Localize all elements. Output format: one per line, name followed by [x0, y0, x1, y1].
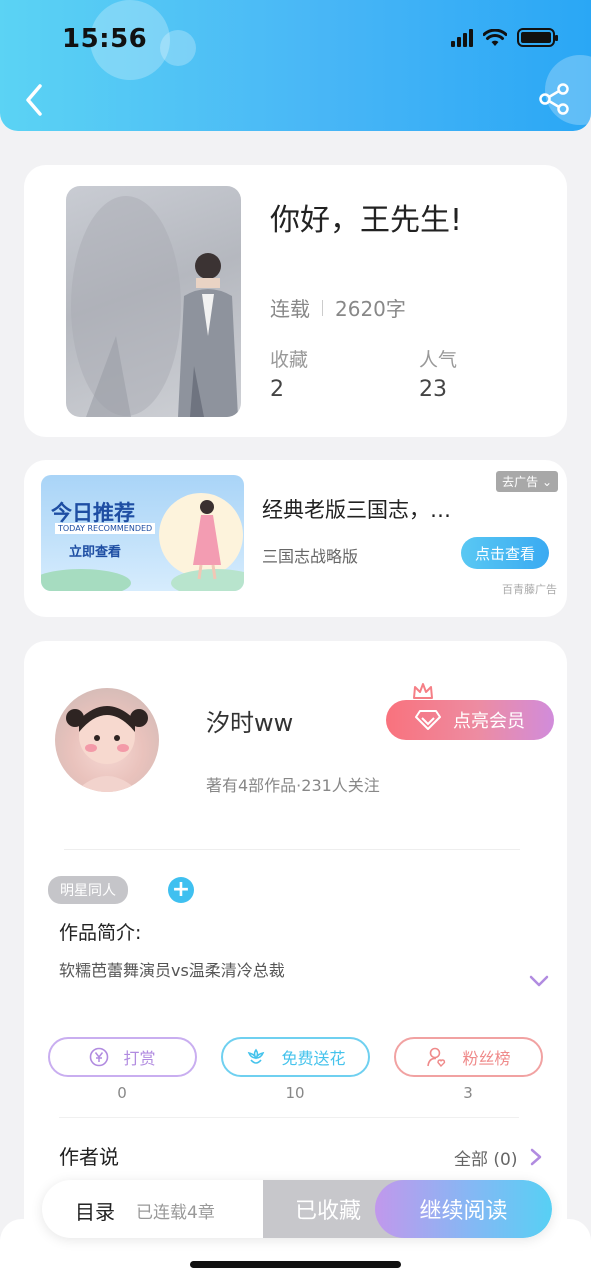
- ad-source: 百青藤广告: [502, 583, 557, 596]
- status-icons: [451, 28, 558, 47]
- add-tag-button[interactable]: +: [168, 877, 194, 903]
- ad-card[interactable]: 今日推荐 TODAY RECOMMENDED 立即查看 经典老版三国志，… 三国…: [24, 460, 567, 617]
- avatar-photo: [66, 706, 148, 792]
- ad-banner-cta: 立即查看: [69, 545, 122, 560]
- flower-icon: [248, 1048, 265, 1064]
- book-serial-info: 连载 2620字: [270, 293, 406, 322]
- chevron-down-icon[interactable]: [528, 974, 550, 988]
- remove-ad-button[interactable]: 去广告 ⌄: [496, 471, 558, 492]
- ad-banner-subtitle: TODAY RECOMMENDED: [55, 523, 156, 534]
- ad-view-button[interactable]: 点击查看: [461, 537, 549, 569]
- share-button[interactable]: [537, 82, 571, 116]
- chevron-right-icon[interactable]: [529, 1147, 543, 1167]
- book-title: 你好，王先生!: [270, 203, 463, 238]
- avatar[interactable]: [55, 688, 159, 792]
- genre-tag[interactable]: 明星同人: [48, 876, 128, 904]
- yen-coin-icon: [90, 1047, 109, 1067]
- ad-description: 三国志战略版: [262, 547, 359, 566]
- author-says-all-link[interactable]: 全部 (0): [454, 1145, 517, 1170]
- wifi-icon: [483, 28, 507, 46]
- fan-ranking-button[interactable]: 粉丝榜: [394, 1037, 543, 1077]
- vip-button-label: 点亮会员: [453, 711, 525, 732]
- continue-reading-button[interactable]: 继续阅读: [375, 1180, 552, 1238]
- flower-count: 10: [285, 1084, 305, 1102]
- author-stats: 著有4部作品·231人关注: [206, 776, 380, 795]
- divider: [322, 299, 323, 316]
- divider: [59, 1117, 519, 1118]
- favorites-value: 2: [270, 377, 284, 402]
- popularity-value: 23: [419, 377, 447, 402]
- status-time: 15:56: [62, 24, 148, 54]
- battery-icon: [517, 28, 558, 47]
- remove-ad-label: 去广告: [502, 475, 539, 489]
- tip-label: 打赏: [123, 1049, 156, 1068]
- book-cover[interactable]: [66, 186, 241, 417]
- word-count: 2620字: [335, 297, 406, 321]
- intro-text: 软糯芭蕾舞演员vs温柔清冷总裁: [59, 961, 285, 980]
- toc-button[interactable]: 目录: [75, 1196, 115, 1225]
- chevron-down-icon: ⌄: [541, 475, 552, 489]
- bottom-action-bar: 目录 已连载4章 已收藏 继续阅读: [42, 1180, 552, 1238]
- fan-count: 3: [463, 1084, 473, 1102]
- tip-button[interactable]: 打赏: [48, 1037, 197, 1077]
- signal-icon: [451, 28, 473, 47]
- crown-icon: [413, 683, 433, 699]
- send-flower-button[interactable]: 免费送花: [221, 1037, 370, 1077]
- fan-user-icon: [427, 1047, 446, 1068]
- send-flower-label: 免费送花: [281, 1049, 346, 1068]
- favorites-label: 收藏: [270, 349, 309, 371]
- popularity-label: 人气: [419, 349, 458, 371]
- cover-illustration: [71, 196, 238, 417]
- serial-status: 连载: [270, 297, 310, 321]
- home-indicator: [190, 1261, 401, 1268]
- chapter-status: 已连载4章: [136, 1203, 215, 1223]
- intro-label: 作品简介:: [59, 922, 142, 944]
- author-name[interactable]: 汐时ww: [206, 703, 293, 738]
- author-card: 汐时ww 著有4部作品·231人关注 点亮会员 明星同人 + 作品简介: 软糯芭…: [24, 641, 567, 1261]
- ad-title: 经典老版三国志，…: [262, 498, 451, 522]
- decorative-bubble: [160, 30, 196, 66]
- vip-button[interactable]: 点亮会员: [386, 700, 554, 740]
- book-info-card: 你好，王先生! 连载 2620字 收藏 2 人气 23: [24, 165, 567, 437]
- divider: [64, 849, 520, 850]
- ad-banner-image[interactable]: 今日推荐 TODAY RECOMMENDED 立即查看: [41, 475, 244, 591]
- tip-count: 0: [117, 1084, 127, 1102]
- fan-ranking-label: 粉丝榜: [462, 1049, 511, 1068]
- diamond-icon: [415, 710, 441, 730]
- author-says-label: 作者说: [59, 1145, 119, 1169]
- back-button[interactable]: [18, 80, 50, 120]
- top-header: 15:56: [0, 0, 591, 131]
